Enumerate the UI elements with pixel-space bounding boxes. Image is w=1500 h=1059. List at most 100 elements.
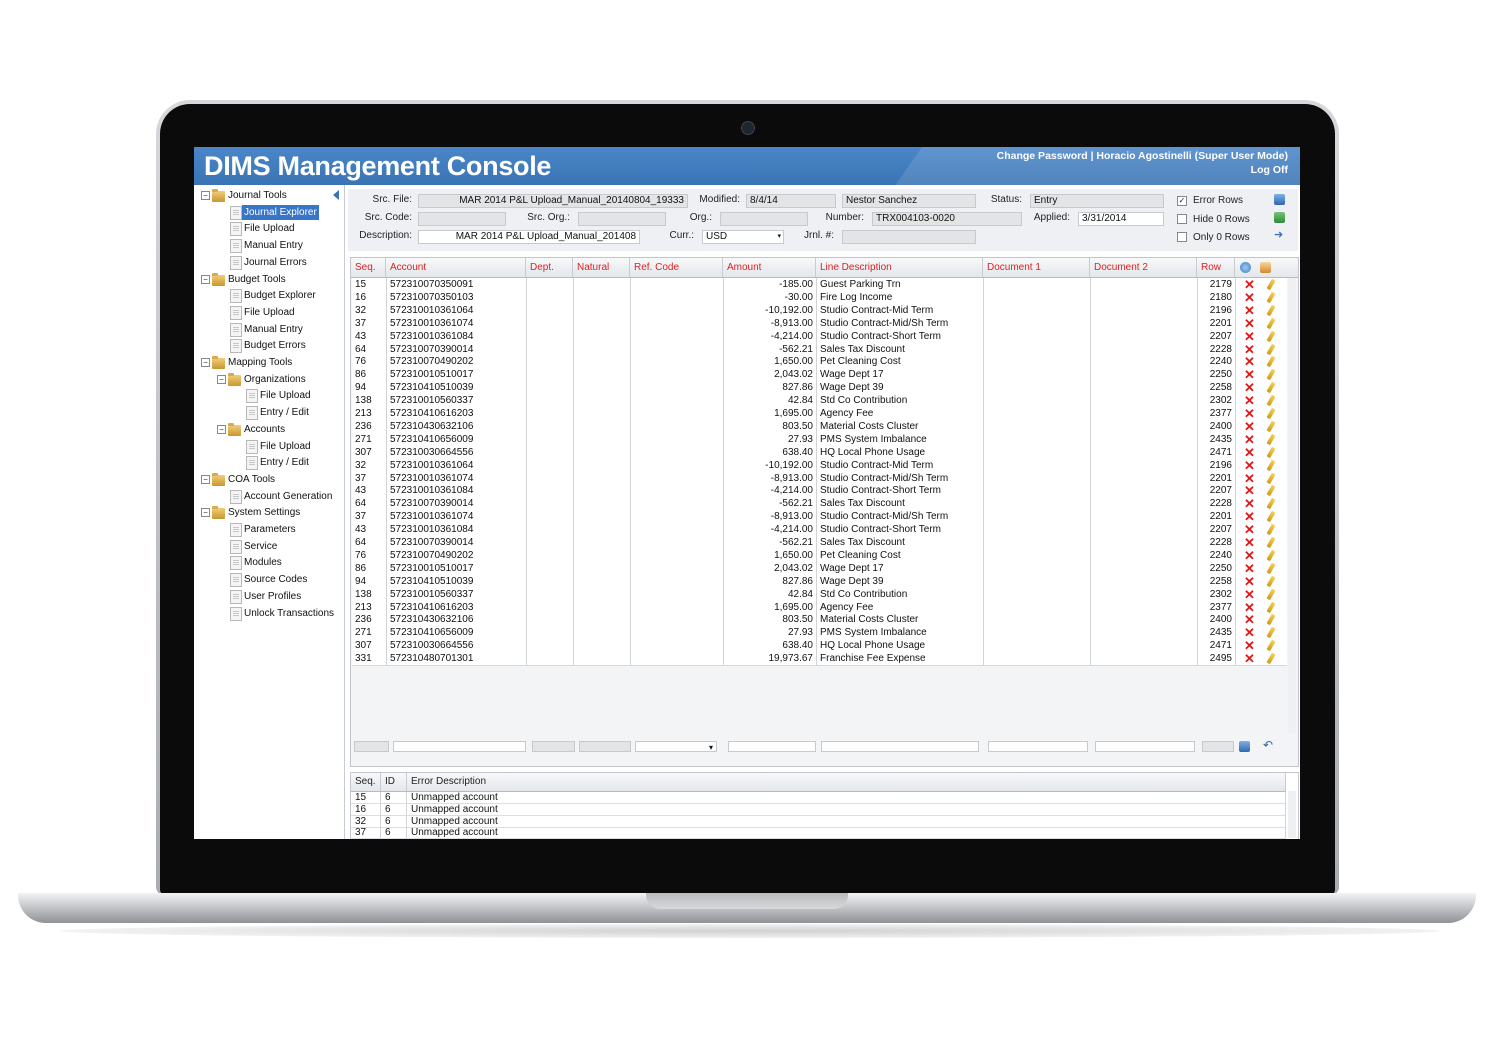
arrow-right-icon[interactable]: ➜ <box>1274 230 1285 241</box>
error-row[interactable]: 15 6 Unmapped account <box>351 792 1286 804</box>
tree-node[interactable]: Entry / Edit <box>194 405 344 421</box>
modified-by-field[interactable]: Nestor Sanchez <box>842 194 976 208</box>
column-header[interactable]: Seq. <box>351 258 386 277</box>
pencil-icon[interactable] <box>1266 472 1276 484</box>
jrnl-field[interactable] <box>842 230 976 244</box>
tree-node[interactable]: File Upload <box>194 221 344 237</box>
tree-node[interactable]: Journal Explorer <box>194 204 344 220</box>
delete-icon[interactable]: ✕ <box>1244 601 1255 614</box>
logoff-link[interactable]: Log Off <box>997 163 1288 177</box>
delete-icon[interactable]: ✕ <box>1244 536 1255 549</box>
table-row[interactable]: 86 572310010510017 2,043.02 Wage Dept 17 225… <box>352 561 1287 576</box>
tree-node[interactable]: Modules <box>194 555 344 571</box>
delete-icon[interactable]: ✕ <box>1244 330 1255 343</box>
column-header[interactable]: Document 2 <box>1090 258 1197 277</box>
hide-rows-checkbox[interactable] <box>1177 214 1187 224</box>
error-column-header[interactable]: ID <box>381 773 407 791</box>
error-row[interactable]: 32 6 Unmapped account <box>351 815 1286 828</box>
table-row[interactable]: 43 572310010361084 -4,214.00 Studio Contrac… <box>352 329 1287 344</box>
pencil-icon[interactable] <box>1266 356 1276 368</box>
entry-field[interactable] <box>393 741 526 752</box>
entry-field[interactable] <box>988 741 1088 752</box>
entry-field[interactable] <box>1202 741 1234 752</box>
pencil-icon[interactable] <box>1266 420 1276 433</box>
tree-node[interactable]: − System Settings <box>194 505 344 520</box>
pencil-icon[interactable] <box>1266 562 1276 575</box>
pencil-icon[interactable] <box>1266 510 1276 523</box>
error-column-header[interactable]: Error Description <box>407 773 1286 791</box>
error-grid-scrollbar[interactable] <box>1288 791 1296 838</box>
table-row[interactable]: 43 572310010361084 -4,214.00 Studio Contrac… <box>352 523 1287 538</box>
pencil-icon[interactable] <box>1266 498 1276 510</box>
applied-field[interactable]: 3/31/2014 <box>1078 212 1164 226</box>
delete-icon[interactable]: ✕ <box>1244 497 1255 510</box>
table-row[interactable]: 76 572310070490202 1,650.00 Pet Cleaning Co… <box>352 355 1287 370</box>
pencil-icon[interactable] <box>1266 601 1276 613</box>
table-row[interactable]: 307 572310030664556 638.40 HQ Local Phone U… <box>352 445 1287 460</box>
src-code-field[interactable] <box>418 212 506 226</box>
table-row[interactable]: 37 572310010361074 -8,913.00 Studio Contrac… <box>352 510 1287 525</box>
delete-icon[interactable]: ✕ <box>1244 575 1255 588</box>
tree-node[interactable]: Entry / Edit <box>194 455 344 471</box>
table-row[interactable]: 236 572310430632106 803.50 Material Costs C… <box>352 419 1287 434</box>
delete-icon[interactable]: ✕ <box>1244 484 1255 497</box>
pencil-icon[interactable] <box>1266 330 1276 342</box>
expand-toggle-icon[interactable]: − <box>217 424 226 434</box>
expand-toggle-icon[interactable]: − <box>201 358 210 367</box>
table-row[interactable]: 32 572310010361064 -10,192.00 Studio Contra… <box>352 303 1287 318</box>
error-row[interactable]: 37 6 Unmapped account <box>351 827 1286 839</box>
undo-icon[interactable]: ↶ <box>1263 739 1274 751</box>
tree-node[interactable]: − Journal Tools <box>194 188 344 203</box>
column-header[interactable]: Row <box>1197 258 1235 277</box>
delete-icon[interactable]: ✕ <box>1244 613 1255 626</box>
table-row[interactable]: 307 572310030664556 638.40 HQ Local Phone U… <box>352 639 1287 654</box>
entry-field[interactable] <box>728 741 816 752</box>
delete-icon[interactable]: ✕ <box>1244 588 1255 601</box>
table-row[interactable]: 32 572310010361064 -10,192.00 Studio Contra… <box>352 458 1287 473</box>
delete-icon[interactable]: ✕ <box>1244 510 1255 523</box>
table-row[interactable]: 138 572310010560337 42.84 Std Co Contributi… <box>352 587 1287 602</box>
pencil-icon[interactable] <box>1266 485 1276 497</box>
tree-node[interactable]: − Accounts <box>194 422 344 437</box>
table-row[interactable]: 64 572310070390014 -562.21 Sales Tax Discou… <box>352 497 1287 512</box>
delete-icon[interactable]: ✕ <box>1244 278 1255 291</box>
pencil-icon[interactable] <box>1266 639 1276 652</box>
description-field[interactable]: MAR 2014 P&L Upload_Manual_201408 <box>418 230 640 244</box>
tree-node[interactable]: Budget Explorer <box>194 288 344 304</box>
grid-scrollbar[interactable] <box>1288 278 1296 733</box>
table-row[interactable]: 213 572310410616203 1,695.00 Agency Fee 2377… <box>352 407 1287 421</box>
tree-node[interactable]: Budget Errors <box>194 338 344 354</box>
pencil-icon[interactable] <box>1266 459 1276 471</box>
column-header[interactable]: Dept. <box>526 258 573 277</box>
status-field[interactable]: Entry <box>1030 194 1164 208</box>
table-row[interactable]: 64 572310070390014 -562.21 Sales Tax Discou… <box>352 536 1287 550</box>
delete-icon[interactable]: ✕ <box>1244 446 1255 459</box>
collapse-panel-icon[interactable] <box>333 190 339 200</box>
src-org-field[interactable] <box>578 212 666 226</box>
column-header[interactable]: Natural <box>573 258 630 277</box>
tree-node[interactable]: Manual Entry <box>194 322 344 337</box>
table-row[interactable]: 15 572310070350091 -185.00 Guest Parking Tr… <box>352 278 1287 292</box>
tree-node[interactable]: Unlock Transactions <box>194 606 344 621</box>
table-row[interactable]: 94 572310410510039 827.86 Wage Dept 39 2258 ✕ <box>352 381 1287 396</box>
tree-node[interactable]: Journal Errors <box>194 255 344 270</box>
column-header[interactable]: Document 1 <box>983 258 1090 277</box>
entry-field[interactable] <box>354 741 389 752</box>
delete-icon[interactable]: ✕ <box>1244 368 1255 381</box>
delete-icon[interactable]: ✕ <box>1244 407 1255 420</box>
pencil-icon[interactable] <box>1266 369 1276 381</box>
pencil-icon[interactable] <box>1266 549 1276 562</box>
pencil-icon[interactable] <box>1266 652 1276 665</box>
column-header[interactable]: Ref. Code <box>630 258 723 277</box>
tree-node[interactable]: File Upload <box>194 305 344 320</box>
pencil-icon[interactable] <box>1266 317 1276 329</box>
tree-node[interactable]: Manual Entry <box>194 238 344 254</box>
tree-node[interactable]: − Organizations <box>194 372 344 387</box>
pencil-icon[interactable] <box>1266 575 1276 587</box>
table-row[interactable]: 271 572310410656009 27.93 PMS System Imbala… <box>352 432 1287 447</box>
refresh-icon[interactable] <box>1240 262 1251 273</box>
tree-node[interactable]: − COA Tools <box>194 472 344 487</box>
table-row[interactable]: 236 572310430632106 803.50 Material Costs C… <box>352 613 1287 628</box>
save-icon[interactable] <box>1239 741 1250 752</box>
pencil-icon[interactable] <box>1266 588 1276 600</box>
